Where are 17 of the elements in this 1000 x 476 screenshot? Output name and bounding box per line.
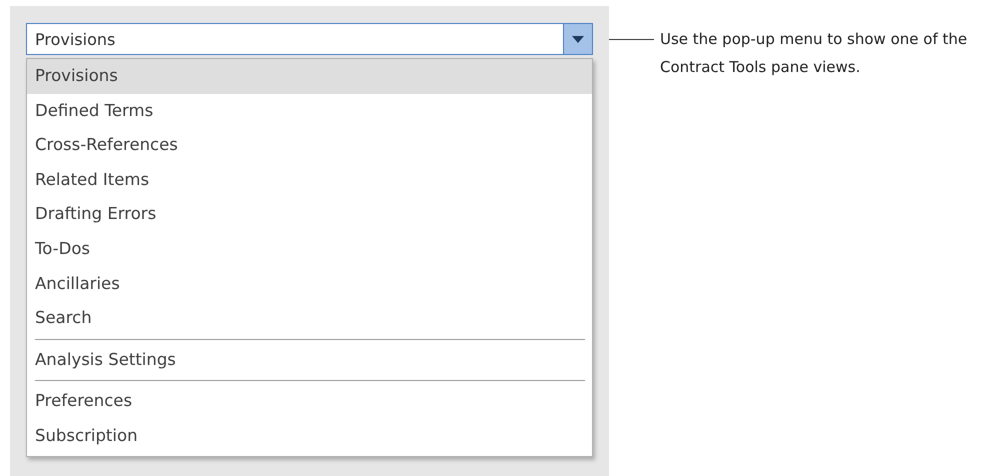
- menu-item[interactable]: Search: [27, 301, 592, 336]
- menu-item[interactable]: Cross-References: [27, 128, 592, 163]
- menu-item[interactable]: Defined Terms: [27, 94, 592, 128]
- caret-icon: [572, 36, 584, 42]
- menu-item[interactable]: Preferences: [27, 384, 592, 419]
- dropdown-value: Provisions: [34, 30, 116, 48]
- menu-item[interactable]: Analysis Settings: [27, 342, 592, 378]
- menu-item[interactable]: To-Dos: [27, 232, 592, 267]
- menu-item[interactable]: Drafting Errors: [27, 197, 592, 232]
- callout-text: Use the pop-up menu to show one of the Contract Tools pane views.: [660, 29, 968, 78]
- menu-item[interactable]: Related Items: [27, 162, 592, 198]
- view-dropdown[interactable]: Provisions: [26, 23, 593, 55]
- menu-item[interactable]: Subscription: [27, 418, 592, 454]
- menu-item[interactable]: Ancillaries: [27, 266, 592, 302]
- leader-line: [609, 39, 654, 40]
- menu-item[interactable]: Provisions: [27, 59, 592, 94]
- dropdown-button[interactable]: [563, 24, 592, 54]
